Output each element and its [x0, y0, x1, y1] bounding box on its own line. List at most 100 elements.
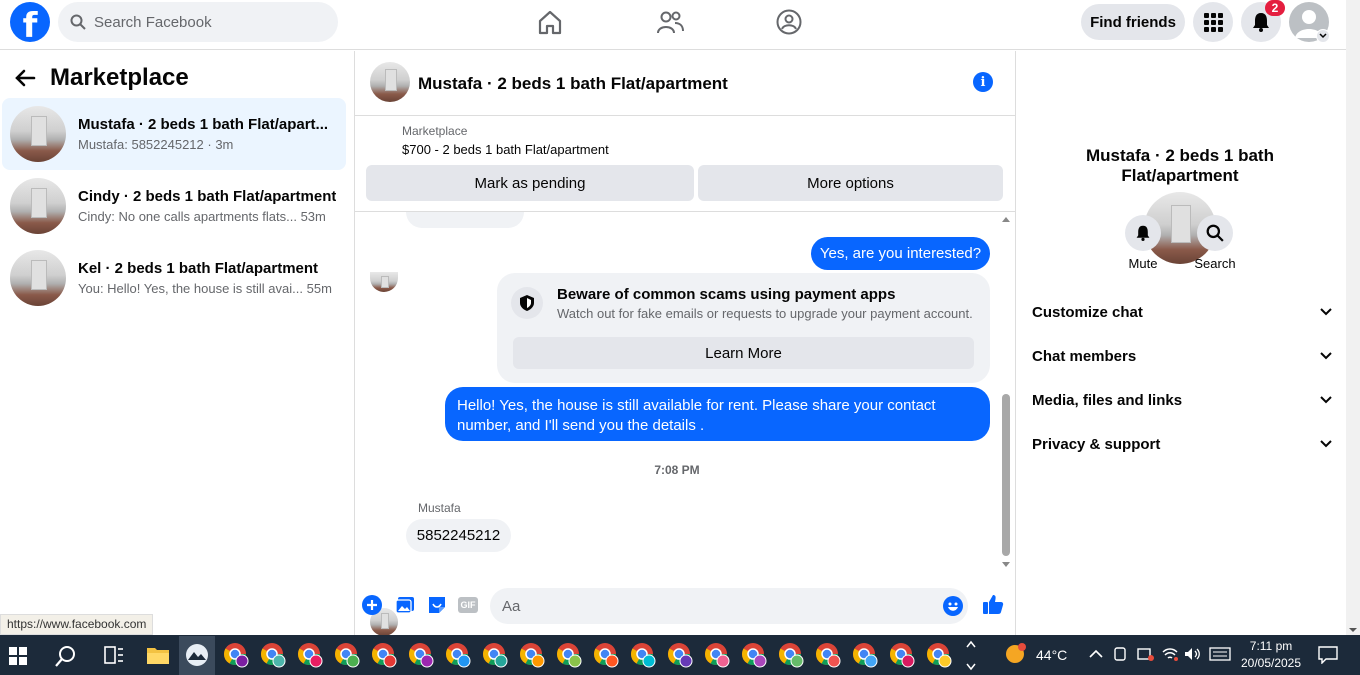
- clock-date: 20/05/2025: [1240, 656, 1302, 670]
- groups-icon[interactable]: [775, 8, 803, 36]
- outgoing-message[interactable]: Hello! Yes, the house is still available…: [445, 387, 990, 441]
- photos-app-icon[interactable]: [185, 643, 209, 667]
- windows-start-icon[interactable]: [9, 647, 27, 665]
- notification-center-icon[interactable]: [1318, 646, 1338, 664]
- chevron-up-icon[interactable]: [1089, 648, 1103, 660]
- wifi-icon[interactable]: [1161, 646, 1179, 662]
- bell-icon: [1253, 13, 1269, 32]
- chrome-profile-icon[interactable]: [593, 642, 619, 668]
- sticker-icon[interactable]: [427, 595, 447, 615]
- meet-now-icon[interactable]: [1113, 646, 1127, 662]
- chrome-profile-icon[interactable]: [334, 642, 360, 668]
- conversation-item[interactable]: Mustafa · 2 beds 1 bath Flat/apart... Mus…: [2, 98, 346, 170]
- conversation-time: 53m: [300, 209, 326, 224]
- privacy-support-section[interactable]: Privacy & support: [1032, 432, 1332, 456]
- customize-chat-section[interactable]: Customize chat: [1032, 300, 1332, 324]
- mute-label: Mute: [1128, 256, 1158, 271]
- chrome-profile-icon[interactable]: [630, 642, 656, 668]
- chat-details-panel: [1015, 51, 1346, 635]
- chrome-profile-icon[interactable]: [889, 642, 915, 668]
- mark-as-pending-button[interactable]: Mark as pending: [366, 165, 694, 201]
- friends-icon[interactable]: [656, 8, 684, 36]
- chrome-profile-icon[interactable]: [667, 642, 693, 668]
- outgoing-message[interactable]: Yes, are you interested?: [811, 237, 990, 270]
- weather-temperature[interactable]: 44°C: [1036, 647, 1067, 663]
- chat-avatar[interactable]: [370, 62, 410, 102]
- photo-icon[interactable]: [395, 596, 415, 614]
- search-facebook-input[interactable]: Search Facebook: [58, 2, 338, 42]
- scam-warning-text: Watch out for fake emails or requests to…: [557, 306, 973, 321]
- file-explorer-icon[interactable]: [146, 645, 170, 665]
- facebook-logo[interactable]: f: [10, 2, 50, 42]
- chrome-profile-icon[interactable]: [704, 642, 730, 668]
- learn-more-button[interactable]: Learn More: [513, 337, 974, 369]
- chrome-profile-icon[interactable]: [556, 642, 582, 668]
- section-label: Customize chat: [1032, 303, 1143, 321]
- plus-circle-icon[interactable]: [362, 595, 382, 615]
- message-input[interactable]: Aa: [490, 588, 968, 624]
- info-icon[interactable]: i: [973, 72, 993, 92]
- chrome-profile-icon[interactable]: [852, 642, 878, 668]
- mute-button[interactable]: [1125, 215, 1161, 251]
- scrollbar-graphic: [1002, 217, 1010, 567]
- chrome-profile-icon[interactable]: [297, 642, 323, 668]
- page-scrollbar-graphic: [1349, 628, 1357, 632]
- keyboard-icon[interactable]: [1209, 647, 1231, 661]
- chat-members-section[interactable]: Chat members: [1032, 344, 1332, 368]
- chrome-profile-icon[interactable]: [519, 642, 545, 668]
- conversation-time: 55m: [306, 281, 332, 296]
- sender-name: Mustafa: [418, 501, 461, 515]
- chevron-down-icon: [1319, 33, 1327, 39]
- chrome-profile-icon[interactable]: [815, 642, 841, 668]
- section-label: Chat members: [1032, 347, 1137, 365]
- listing-thumbnail: [10, 250, 66, 306]
- listing-price-title[interactable]: $700 - 2 beds 1 bath Flat/apartment: [402, 142, 609, 157]
- conversation-title: Kel · 2 beds 1 bath Flat/apartment: [78, 260, 319, 277]
- media-files-links-section[interactable]: Media, files and links: [1032, 388, 1332, 412]
- find-friends-button[interactable]: Find friends: [1081, 4, 1185, 40]
- menu-button[interactable]: [1193, 2, 1233, 42]
- search-icon: [1206, 224, 1224, 242]
- chrome-profile-icon[interactable]: [778, 642, 804, 668]
- video-camera-icon[interactable]: [1137, 646, 1155, 662]
- conversation-preview: You: Hello! Yes, the house is still avai…: [78, 281, 303, 296]
- conversation-preview: Mustafa: 5852245212 · 3m: [78, 137, 234, 152]
- chrome-profile-icon[interactable]: [445, 642, 471, 668]
- chrome-profile-icon[interactable]: [260, 642, 286, 668]
- incoming-message[interactable]: 5852245212: [406, 519, 511, 552]
- back-arrow-icon[interactable]: [14, 68, 36, 88]
- conversation-item[interactable]: Cindy · 2 beds 1 bath Flat/apartment Cind…: [2, 170, 346, 242]
- gif-icon[interactable]: GIF: [458, 597, 478, 613]
- chrome-profile-icon[interactable]: [926, 642, 952, 668]
- conversation-title: Cindy · 2 beds 1 bath Flat/apartment: [78, 188, 337, 205]
- bell-icon: [1136, 225, 1150, 241]
- chrome-profile-icon[interactable]: [482, 642, 508, 668]
- account-chevron[interactable]: [1316, 29, 1330, 43]
- taskbar-search-icon[interactable]: [55, 645, 77, 667]
- volume-icon[interactable]: [1184, 646, 1202, 662]
- weather-sun-icon: [1006, 643, 1026, 663]
- chrome-profile-icon[interactable]: [741, 642, 767, 668]
- message-bubble-partial: [406, 212, 524, 228]
- search-conversation-button[interactable]: [1197, 215, 1233, 251]
- page-scrollbar[interactable]: [1346, 0, 1360, 635]
- listing-thumbnail: [10, 178, 66, 234]
- search-icon: [70, 14, 86, 30]
- chat-scrollbar[interactable]: [1000, 212, 1012, 572]
- chrome-profile-icon[interactable]: [223, 642, 249, 668]
- emoji-icon[interactable]: [943, 596, 963, 616]
- conversation-item[interactable]: Kel · 2 beds 1 bath Flat/apartment You: H…: [2, 242, 346, 314]
- home-icon[interactable]: [536, 8, 564, 36]
- taskbar-overflow-arrows[interactable]: [964, 637, 978, 675]
- more-options-button[interactable]: More options: [698, 165, 1003, 201]
- taskbar-clock[interactable]: 7:11 pm 20/05/2025: [1236, 638, 1306, 672]
- search-placeholder: Search Facebook: [94, 13, 212, 31]
- listing-thumbnail: [10, 106, 66, 162]
- clock-time: 7:11 pm: [1249, 639, 1293, 653]
- task-view-icon[interactable]: [104, 646, 124, 664]
- thumbs-up-icon[interactable]: [982, 593, 1004, 615]
- chat-title[interactable]: Mustafa · 2 beds 1 bath Flat/apartment: [418, 74, 728, 94]
- chrome-profile-icon[interactable]: [408, 642, 434, 668]
- chrome-profile-icon[interactable]: [371, 642, 397, 668]
- section-label: Media, files and links: [1032, 391, 1183, 409]
